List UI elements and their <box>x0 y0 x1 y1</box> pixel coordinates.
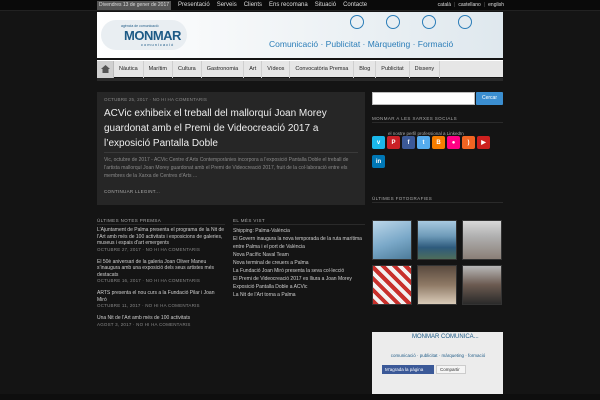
nav-item-gastronomia[interactable]: Gastronomia <box>202 60 245 78</box>
featured-meta: OCTUBRE 25, 2017 · NO HI HA COMENTARIS <box>104 97 208 102</box>
lang-catala[interactable]: català <box>438 1 451 10</box>
nav-item-publicitat[interactable]: Publicitat <box>376 60 410 78</box>
blogger-icon[interactable]: B <box>432 136 445 149</box>
gallery-photo[interactable] <box>372 265 412 305</box>
vimeo-icon[interactable]: v <box>372 136 385 149</box>
list-item[interactable]: El 50è aniversari de la galeria Joan Oli… <box>97 259 225 285</box>
nav-items: Nàutica Marítim Cultura Gastronomia Art … <box>114 60 441 78</box>
nav-item-art[interactable]: Art <box>244 60 263 78</box>
search-button[interactable]: Cercar <box>476 92 503 105</box>
mostviewed-list: Shipping: Palma-Valènciа El Govern inaug… <box>233 227 365 299</box>
gallery-photo[interactable] <box>417 220 457 260</box>
language-switcher: català | castellano | english <box>438 1 504 10</box>
logo-name: MONMAR <box>124 28 181 43</box>
nav-divider <box>97 78 503 81</box>
logo-subtitle: comunicació <box>141 42 175 47</box>
social-divider <box>372 122 503 123</box>
list-item[interactable]: Nova terminal de creuers a Palma <box>233 259 365 267</box>
mostviewed-divider <box>233 224 365 225</box>
book-icon <box>458 15 472 29</box>
list-item-title[interactable]: L’Ajuntament de Palma presenta el progra… <box>97 227 225 247</box>
rss-icon[interactable]: ) <box>462 136 475 149</box>
latest-divider <box>97 224 225 225</box>
twitter-icon[interactable]: t <box>417 136 430 149</box>
footer-strip <box>0 394 600 400</box>
chart-icon <box>422 15 436 29</box>
featured-title[interactable]: ACVic exhibeix el treball del mallorquí … <box>104 106 362 151</box>
list-item-meta: OCTUBRE 27, 2017 · NO HI HA COMENTARIS <box>97 246 201 252</box>
latest-list: L’Ajuntament de Palma presenta el progra… <box>97 227 225 334</box>
list-item[interactable]: ARTS presenta el nou curs a la Fundació … <box>97 290 225 309</box>
header-tagline: Comunicació · Publicitat · Màrqueting · … <box>269 39 454 49</box>
widget-title[interactable]: MONMAR COMUNICA... <box>412 334 479 340</box>
list-item[interactable]: El Govern inaugura la nova temporada de … <box>233 235 365 251</box>
list-item[interactable]: Una Nit de l’Art amb més de 100 activita… <box>97 315 225 328</box>
nav-item-videos[interactable]: Vídeos <box>262 60 291 78</box>
list-item[interactable]: L’Ajuntament de Palma presenta el progra… <box>97 227 225 253</box>
photos-heading: ÚLTIMES FOTOGRAFIES <box>372 196 433 201</box>
list-item[interactable]: Exposició Pantalla Doble a ACVic <box>233 283 365 291</box>
list-item-title[interactable]: El 50è aniversari de la galeria Joan Oli… <box>97 259 225 279</box>
list-item[interactable]: Nova Pacífic Naval Team <box>233 251 365 259</box>
read-more-link[interactable]: CONTINUAR LLEGINT... <box>104 189 160 194</box>
social-heading: MONMAR A LES XARXES SOCIALS <box>372 116 458 121</box>
mostviewed-heading: EL MÉS VIST <box>233 218 265 223</box>
top-link-situacio[interactable]: Situació <box>315 1 336 10</box>
home-icon[interactable] <box>97 60 114 78</box>
nav-item-maritim[interactable]: Marítim <box>144 60 173 78</box>
facebook-widget: MONMAR COMUNICA... comunicació · publici… <box>372 332 503 398</box>
gallery-photo[interactable] <box>462 265 502 305</box>
gallery-photo[interactable] <box>462 220 502 260</box>
top-link-contacte[interactable]: Contacte <box>343 1 367 10</box>
list-item-meta: AGOST 3, 2017 · NO HI HA COMENTARIS <box>97 321 191 327</box>
facebook-icon[interactable]: f <box>402 136 415 149</box>
top-link-clients[interactable]: Clients <box>244 1 262 10</box>
linkedin-icon[interactable]: in <box>372 155 385 168</box>
top-link-serveis[interactable]: Serveis <box>217 1 237 10</box>
lang-separator: | <box>483 2 486 8</box>
latest-heading: ÚLTIMES NOTES PREMSA <box>97 218 162 223</box>
nav-item-nautica[interactable]: Nàutica <box>114 60 144 78</box>
widget-tagline: comunicació · publicitat · màrqueting · … <box>390 353 486 358</box>
megaphone-icon <box>350 15 364 29</box>
gallery-photo[interactable] <box>372 220 412 260</box>
like-button[interactable]: M’agrada la pàgina <box>382 365 434 374</box>
top-link-presentacio[interactable]: Presentació <box>178 1 210 10</box>
photos-divider <box>372 202 503 203</box>
list-item[interactable]: El Premi de Videocreació 2017 es lliura … <box>233 275 365 283</box>
page: Divendres 13 de gener de 2017 Presentaci… <box>0 0 600 400</box>
nav-item-disseny[interactable]: Disseny <box>410 60 441 78</box>
list-item[interactable]: Shipping: Palma-Valènciа <box>233 227 365 235</box>
list-item-title[interactable]: ARTS presenta el nou curs a la Fundació … <box>97 290 225 303</box>
lang-castellano[interactable]: castellano <box>458 1 481 10</box>
site-header: agència de comunicació MONMAR comunicaci… <box>97 12 503 58</box>
top-link-ens-recomana[interactable]: Ens recomana <box>269 1 308 10</box>
list-item[interactable]: La Fundació Joan Miró presenta la seva c… <box>233 267 365 275</box>
pinterest-icon[interactable]: P <box>387 136 400 149</box>
list-item-meta: OCTUBRE 16, 2017 · NO HI HA COMENTARIS <box>97 278 201 283</box>
chat-icon <box>386 15 400 29</box>
site-logo[interactable]: agència de comunicació MONMAR comunicaci… <box>101 16 189 54</box>
header-icons <box>350 15 472 29</box>
list-item-meta: OCTUBRE 11, 2017 · NO HI HA COMENTARIS <box>97 303 200 308</box>
search-input[interactable] <box>372 92 475 105</box>
current-date: Divendres 13 de gener de 2017 <box>97 1 171 10</box>
nav-item-blog[interactable]: Blog <box>354 60 377 78</box>
lang-english[interactable]: english <box>488 1 504 10</box>
lang-separator: | <box>454 2 456 8</box>
featured-divider <box>104 152 358 153</box>
nav-item-convocatoria-premsa[interactable]: Convocatòria Premsa <box>290 60 355 78</box>
gallery-photo[interactable] <box>417 265 457 305</box>
linkedin-text[interactable]: el nostre perfil professional a LinkedIn <box>388 131 498 137</box>
top-bar: Divendres 13 de gener de 2017 Presentaci… <box>0 0 600 11</box>
youtube-icon[interactable]: ▶ <box>477 136 490 149</box>
share-button[interactable]: Compartir <box>436 365 466 374</box>
top-nav: Presentació Serveis Clients Ens recomana… <box>178 1 367 10</box>
list-item[interactable]: La Nit de l’Art torna a Palma <box>233 291 365 299</box>
main-nav: Nàutica Marítim Cultura Gastronomia Art … <box>97 60 503 78</box>
featured-post: OCTUBRE 25, 2017 · NO HI HA COMENTARIS A… <box>97 92 365 205</box>
flickr-icon[interactable]: ● <box>447 136 460 149</box>
featured-excerpt: Vic, octubre de 2017 - ACVic Centre d’Ar… <box>104 157 349 179</box>
nav-item-cultura[interactable]: Cultura <box>173 60 202 78</box>
